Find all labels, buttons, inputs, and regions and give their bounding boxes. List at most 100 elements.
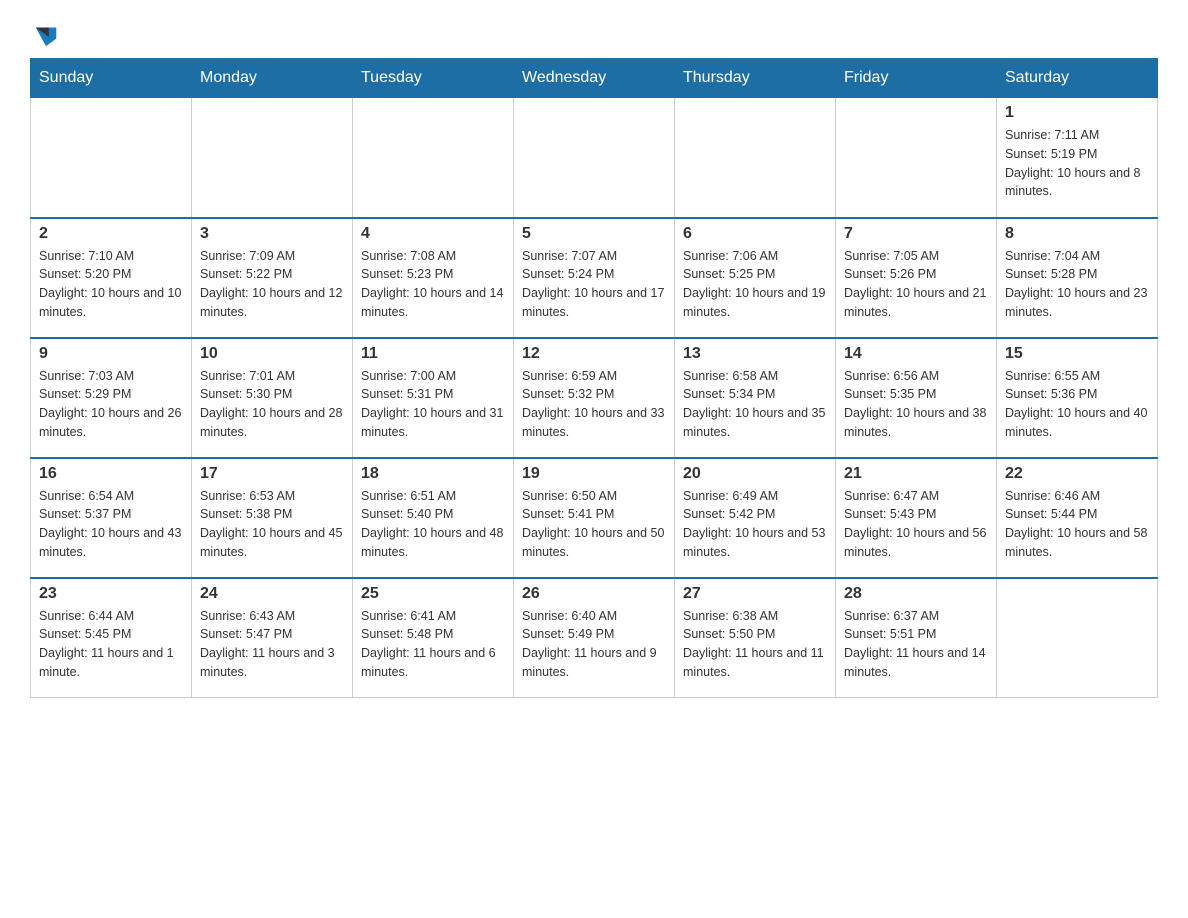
calendar-day-cell: 25 Sunrise: 6:41 AMSunset: 5:48 PMDayligh… [353,578,514,698]
day-info: Sunrise: 6:56 AMSunset: 5:35 PMDaylight:… [844,367,988,442]
day-number: 12 [522,345,666,363]
calendar-day-cell: 7 Sunrise: 7:05 AMSunset: 5:26 PMDaylight… [836,218,997,338]
day-info: Sunrise: 6:58 AMSunset: 5:34 PMDaylight:… [683,367,827,442]
day-info: Sunrise: 7:05 AMSunset: 5:26 PMDaylight:… [844,247,988,322]
calendar-day-cell: 14 Sunrise: 6:56 AMSunset: 5:35 PMDayligh… [836,338,997,458]
day-number: 22 [1005,465,1149,483]
day-number: 3 [200,225,344,243]
calendar-day-cell: 26 Sunrise: 6:40 AMSunset: 5:49 PMDayligh… [514,578,675,698]
day-info: Sunrise: 6:43 AMSunset: 5:47 PMDaylight:… [200,607,344,682]
day-number: 5 [522,225,666,243]
day-info: Sunrise: 6:49 AMSunset: 5:42 PMDaylight:… [683,487,827,562]
day-number: 17 [200,465,344,483]
day-info: Sunrise: 7:03 AMSunset: 5:29 PMDaylight:… [39,367,183,442]
day-info: Sunrise: 7:11 AMSunset: 5:19 PMDaylight:… [1005,126,1149,201]
calendar-day-cell: 18 Sunrise: 6:51 AMSunset: 5:40 PMDayligh… [353,458,514,578]
day-info: Sunrise: 6:38 AMSunset: 5:50 PMDaylight:… [683,607,827,682]
calendar-week-row: 2 Sunrise: 7:10 AMSunset: 5:20 PMDaylight… [31,218,1158,338]
day-info: Sunrise: 6:47 AMSunset: 5:43 PMDaylight:… [844,487,988,562]
calendar-day-cell: 8 Sunrise: 7:04 AMSunset: 5:28 PMDaylight… [997,218,1158,338]
day-info: Sunrise: 7:08 AMSunset: 5:23 PMDaylight:… [361,247,505,322]
calendar-day-cell: 17 Sunrise: 6:53 AMSunset: 5:38 PMDayligh… [192,458,353,578]
calendar-week-row: 1Sunrise: 7:11 AMSunset: 5:19 PMDaylight… [31,98,1158,218]
calendar-day-cell: 15 Sunrise: 6:55 AMSunset: 5:36 PMDayligh… [997,338,1158,458]
day-info: Sunrise: 6:46 AMSunset: 5:44 PMDaylight:… [1005,487,1149,562]
calendar-day-cell: 1Sunrise: 7:11 AMSunset: 5:19 PMDaylight… [997,98,1158,218]
day-number: 16 [39,465,183,483]
day-info: Sunrise: 6:37 AMSunset: 5:51 PMDaylight:… [844,607,988,682]
day-info: Sunrise: 6:51 AMSunset: 5:40 PMDaylight:… [361,487,505,562]
calendar-day-cell: 9 Sunrise: 7:03 AMSunset: 5:29 PMDaylight… [31,338,192,458]
day-info: Sunrise: 6:53 AMSunset: 5:38 PMDaylight:… [200,487,344,562]
weekday-header-tuesday: Tuesday [353,59,514,98]
day-info: Sunrise: 7:10 AMSunset: 5:20 PMDaylight:… [39,247,183,322]
calendar-day-cell: 20 Sunrise: 6:49 AMSunset: 5:42 PMDayligh… [675,458,836,578]
day-number: 27 [683,585,827,603]
day-info: Sunrise: 6:44 AMSunset: 5:45 PMDaylight:… [39,607,183,682]
day-number: 26 [522,585,666,603]
day-number: 19 [522,465,666,483]
logo-arrow-icon [32,20,60,48]
calendar-day-cell: 28 Sunrise: 6:37 AMSunset: 5:51 PMDayligh… [836,578,997,698]
day-info: Sunrise: 7:09 AMSunset: 5:22 PMDaylight:… [200,247,344,322]
day-number: 13 [683,345,827,363]
day-number: 25 [361,585,505,603]
day-number: 6 [683,225,827,243]
weekday-header-monday: Monday [192,59,353,98]
day-number: 4 [361,225,505,243]
calendar-day-cell: 16 Sunrise: 6:54 AMSunset: 5:37 PMDayligh… [31,458,192,578]
calendar-day-cell: 11 Sunrise: 7:00 AMSunset: 5:31 PMDayligh… [353,338,514,458]
logo [30,20,60,48]
logo-general-text [30,20,60,48]
day-number: 24 [200,585,344,603]
day-info: Sunrise: 7:06 AMSunset: 5:25 PMDaylight:… [683,247,827,322]
day-number: 23 [39,585,183,603]
calendar-day-cell: 19 Sunrise: 6:50 AMSunset: 5:41 PMDayligh… [514,458,675,578]
calendar-day-cell: 10Sunrise: 7:01 AMSunset: 5:30 PMDayligh… [192,338,353,458]
day-number: 2 [39,225,183,243]
day-number: 28 [844,585,988,603]
day-info: Sunrise: 6:54 AMSunset: 5:37 PMDaylight:… [39,487,183,562]
calendar-day-cell: 27 Sunrise: 6:38 AMSunset: 5:50 PMDayligh… [675,578,836,698]
calendar-day-cell [353,98,514,218]
calendar-day-cell [836,98,997,218]
weekday-header-row: SundayMondayTuesdayWednesdayThursdayFrid… [31,59,1158,98]
day-info: Sunrise: 6:55 AMSunset: 5:36 PMDaylight:… [1005,367,1149,442]
calendar-week-row: 9 Sunrise: 7:03 AMSunset: 5:29 PMDaylight… [31,338,1158,458]
page-header [30,20,1158,48]
day-number: 10 [200,345,344,363]
calendar-week-row: 16 Sunrise: 6:54 AMSunset: 5:37 PMDayligh… [31,458,1158,578]
day-info: Sunrise: 6:50 AMSunset: 5:41 PMDaylight:… [522,487,666,562]
calendar-day-cell: 22 Sunrise: 6:46 AMSunset: 5:44 PMDayligh… [997,458,1158,578]
weekday-header-thursday: Thursday [675,59,836,98]
calendar-day-cell: 5 Sunrise: 7:07 AMSunset: 5:24 PMDaylight… [514,218,675,338]
day-number: 9 [39,345,183,363]
day-number: 8 [1005,225,1149,243]
day-info: Sunrise: 6:41 AMSunset: 5:48 PMDaylight:… [361,607,505,682]
calendar-day-cell [31,98,192,218]
weekday-header-wednesday: Wednesday [514,59,675,98]
day-info: Sunrise: 7:04 AMSunset: 5:28 PMDaylight:… [1005,247,1149,322]
calendar-day-cell: 13 Sunrise: 6:58 AMSunset: 5:34 PMDayligh… [675,338,836,458]
calendar-table: SundayMondayTuesdayWednesdayThursdayFrid… [30,58,1158,698]
day-number: 11 [361,345,505,363]
day-info: Sunrise: 6:40 AMSunset: 5:49 PMDaylight:… [522,607,666,682]
day-number: 18 [361,465,505,483]
calendar-day-cell [997,578,1158,698]
weekday-header-sunday: Sunday [31,59,192,98]
calendar-week-row: 23 Sunrise: 6:44 AMSunset: 5:45 PMDayligh… [31,578,1158,698]
calendar-day-cell: 3 Sunrise: 7:09 AMSunset: 5:22 PMDaylight… [192,218,353,338]
day-info: Sunrise: 7:07 AMSunset: 5:24 PMDaylight:… [522,247,666,322]
day-number: 15 [1005,345,1149,363]
weekday-header-friday: Friday [836,59,997,98]
day-number: 20 [683,465,827,483]
calendar-day-cell [514,98,675,218]
day-number: 7 [844,225,988,243]
day-number: 14 [844,345,988,363]
weekday-header-saturday: Saturday [997,59,1158,98]
calendar-day-cell: 23 Sunrise: 6:44 AMSunset: 5:45 PMDayligh… [31,578,192,698]
calendar-day-cell: 24 Sunrise: 6:43 AMSunset: 5:47 PMDayligh… [192,578,353,698]
calendar-day-cell: 6 Sunrise: 7:06 AMSunset: 5:25 PMDaylight… [675,218,836,338]
day-info: Sunrise: 7:00 AMSunset: 5:31 PMDaylight:… [361,367,505,442]
calendar-day-cell [675,98,836,218]
